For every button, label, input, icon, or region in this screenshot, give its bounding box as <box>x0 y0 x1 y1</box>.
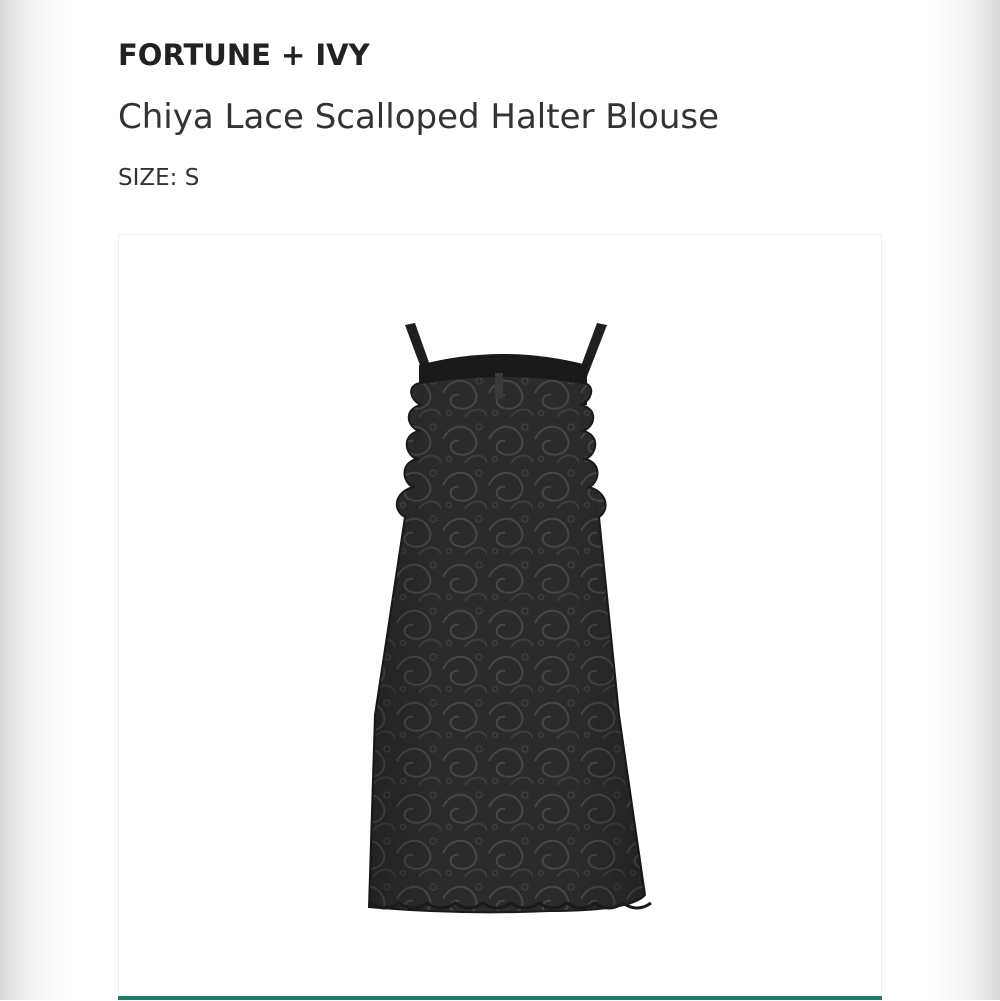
size-label: SIZE: <box>118 165 178 191</box>
product-title: Chiya Lace Scalloped Halter Blouse <box>118 97 720 137</box>
blouse-illustration <box>367 323 652 914</box>
product-image[interactable] <box>118 234 882 1000</box>
brand-name[interactable]: FORTUNE + IVY <box>118 38 370 72</box>
size-info: SIZE: S <box>118 165 199 191</box>
accent-divider <box>118 996 882 1000</box>
product-card: FORTUNE + IVY Chiya Lace Scalloped Halte… <box>74 0 926 1000</box>
size-value: S <box>184 165 200 191</box>
